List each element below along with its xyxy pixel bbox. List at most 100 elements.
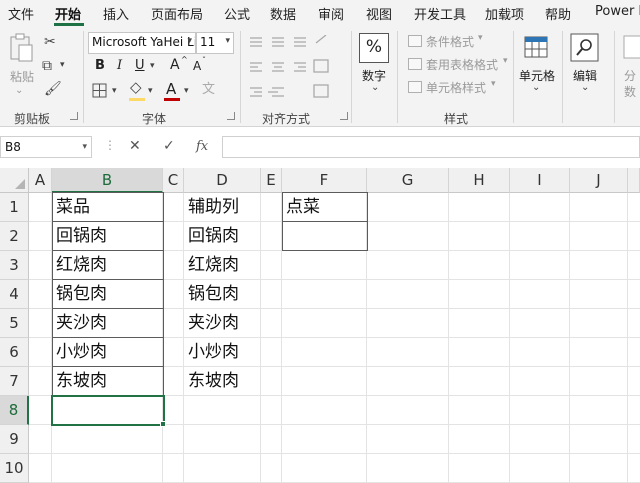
font-launcher-icon[interactable] — [227, 112, 235, 120]
conditional-format-button[interactable]: 条件格式 — [426, 33, 474, 50]
column-header-d[interactable]: D — [184, 168, 261, 193]
tab-view[interactable]: 视图 — [366, 4, 392, 23]
cell-d7[interactable]: 东坡肉 — [184, 367, 239, 396]
cell-f1[interactable]: 点菜 — [282, 193, 320, 222]
grid-line-horizontal — [29, 453, 640, 454]
conditional-format-dropdown-icon[interactable]: ▾ — [478, 33, 483, 43]
row-header-3[interactable]: 3 — [0, 251, 29, 280]
cell-b4[interactable]: 锅包肉 — [52, 280, 107, 309]
column-header-b[interactable]: B — [52, 168, 163, 193]
cell-style-button[interactable]: 单元格样式 — [426, 79, 486, 96]
cell-d2[interactable]: 回锅肉 — [184, 222, 239, 251]
name-box[interactable]: B8 ▾ — [0, 136, 92, 158]
cell-style-dropdown-icon[interactable]: ▾ — [491, 79, 496, 89]
bold-button[interactable]: B — [95, 58, 105, 73]
cells-dropdown-icon[interactable]: ⌄ — [532, 83, 540, 93]
column-header-g[interactable]: G — [367, 168, 449, 193]
table-format-dropdown-icon[interactable]: ▾ — [503, 56, 508, 66]
fill-handle[interactable] — [160, 421, 166, 427]
paste-label[interactable]: 粘贴 — [10, 68, 34, 85]
cells-icon[interactable] — [523, 33, 551, 61]
cell-d5[interactable]: 夹沙肉 — [184, 309, 239, 338]
number-dropdown-icon[interactable]: ⌄ — [371, 83, 379, 93]
search-icon[interactable] — [570, 33, 600, 63]
cell-d4[interactable]: 锅包肉 — [184, 280, 239, 309]
column-header-c[interactable]: C — [163, 168, 184, 193]
column-header-f[interactable]: F — [282, 168, 367, 193]
row-header-2[interactable]: 2 — [0, 222, 29, 251]
tab-page-layout[interactable]: 页面布局 — [151, 4, 203, 23]
shrink-font-button[interactable]: A — [193, 59, 201, 73]
cell-b3[interactable]: 红烧肉 — [52, 251, 107, 280]
cell-b5[interactable]: 夹沙肉 — [52, 309, 107, 338]
editing-dropdown-icon[interactable]: ⌄ — [581, 83, 589, 93]
fill-color-icon[interactable]: ◇ — [130, 80, 142, 95]
tab-insert[interactable]: 插入 — [103, 4, 129, 23]
column-header-i[interactable]: I — [510, 168, 570, 193]
grow-font-button[interactable]: A — [170, 57, 180, 73]
cell-b7[interactable]: 东坡肉 — [52, 367, 107, 396]
column-header-e[interactable]: E — [261, 168, 282, 193]
fill-color-dropdown-icon[interactable]: ▾ — [148, 87, 153, 96]
cell-b2[interactable]: 回锅肉 — [52, 222, 107, 251]
active-cell-b8[interactable] — [51, 395, 165, 426]
italic-button[interactable]: I — [117, 58, 122, 73]
chevron-down-icon: ▾ — [82, 142, 87, 152]
row-header-1[interactable]: 1 — [0, 193, 29, 222]
cell-d6[interactable]: 小炒肉 — [184, 338, 239, 367]
row-header-10[interactable]: 10 — [0, 454, 29, 483]
cell-b6[interactable]: 小炒肉 — [52, 338, 107, 367]
tab-home[interactable]: 开始 — [55, 4, 81, 23]
select-all-button[interactable] — [0, 168, 29, 193]
partial-label-1[interactable]: 分 — [624, 67, 636, 84]
column-header-j[interactable]: J — [570, 168, 628, 193]
tab-file[interactable]: 文件 — [8, 4, 34, 23]
borders-dropdown-icon[interactable]: ▾ — [112, 87, 117, 96]
format-painter-icon[interactable]: 🖌 — [44, 82, 62, 96]
alignment-launcher-icon[interactable] — [340, 112, 348, 120]
cell-d1[interactable]: 辅助列 — [184, 193, 239, 222]
font-color-button[interactable]: A — [166, 80, 176, 98]
clipboard-launcher-icon[interactable] — [70, 112, 78, 120]
cut-icon[interactable]: ✂ — [44, 35, 56, 49]
row-header-8[interactable]: 8 — [0, 396, 29, 425]
copy-icon[interactable]: ⧉ — [42, 59, 52, 73]
insert-function-icon[interactable]: fx — [196, 139, 208, 154]
row-header-5[interactable]: 5 — [0, 309, 29, 338]
row-header-9[interactable]: 9 — [0, 425, 29, 454]
number-format-icon[interactable]: % — [359, 33, 389, 63]
tab-review[interactable]: 审阅 — [318, 4, 344, 23]
tab-developer[interactable]: 开发工具 — [414, 4, 466, 23]
partial-label-2[interactable]: 数 — [624, 83, 636, 100]
cancel-icon[interactable]: ✕ — [129, 138, 141, 154]
column-header-a[interactable]: A — [29, 168, 52, 193]
analyze-icon[interactable] — [622, 33, 640, 61]
formula-bar-grip-icon[interactable]: ⋮ — [104, 138, 116, 152]
phonetic-icon[interactable]: 文 — [202, 83, 215, 96]
alignment-icons[interactable] — [248, 35, 343, 105]
font-color-dropdown-icon[interactable]: ▾ — [184, 87, 189, 96]
row-header-7[interactable]: 7 — [0, 367, 29, 396]
font-size-select[interactable]: 11 ▾ — [196, 32, 234, 54]
enter-icon[interactable]: ✓ — [163, 138, 175, 154]
paste-dropdown-icon[interactable]: ⌄ — [15, 85, 23, 96]
cell-b1[interactable]: 菜品 — [52, 193, 90, 222]
column-header-h[interactable]: H — [449, 168, 510, 193]
copy-dropdown-icon[interactable]: ▾ — [60, 61, 65, 70]
tab-formulas[interactable]: 公式 — [224, 4, 250, 23]
row-header-6[interactable]: 6 — [0, 338, 29, 367]
row-header-4[interactable]: 4 — [0, 280, 29, 309]
column-header-k[interactable] — [628, 168, 640, 193]
table-format-button[interactable]: 套用表格格式 — [426, 56, 498, 73]
formula-input[interactable] — [222, 136, 640, 158]
tab-addins[interactable]: 加载项 — [485, 4, 524, 23]
borders-icon[interactable] — [92, 83, 108, 99]
underline-dropdown-icon[interactable]: ▾ — [150, 62, 155, 71]
tab-power-pivot[interactable]: Power P — [595, 4, 640, 19]
tab-data[interactable]: 数据 — [270, 4, 296, 23]
cell-d3[interactable]: 红烧肉 — [184, 251, 239, 280]
tab-help[interactable]: 帮助 — [545, 4, 571, 23]
paste-icon[interactable] — [8, 33, 34, 63]
font-name-select[interactable]: Microsoft YaHei Li ▾ — [88, 32, 196, 54]
underline-button[interactable]: U — [135, 58, 145, 73]
